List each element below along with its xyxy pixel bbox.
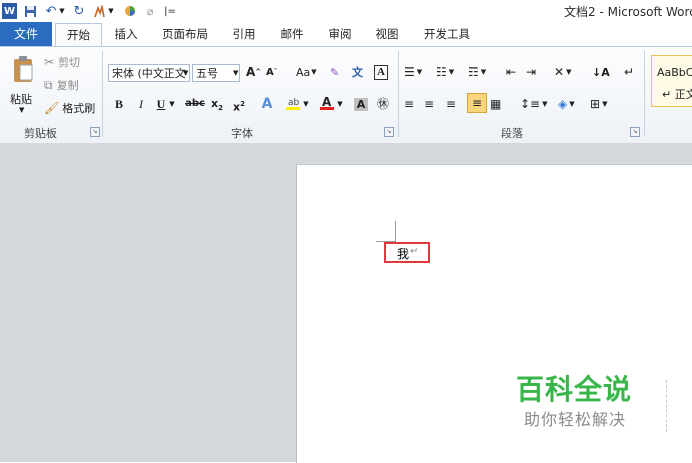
window-title: 文档2 - Microsoft Word [564, 5, 692, 19]
enclose-char-icon[interactable]: ㊡ [374, 95, 392, 113]
tab-mailings[interactable]: 邮件 [276, 24, 308, 44]
distribute-icon[interactable]: ▦ [490, 95, 501, 113]
cut-label: 剪切 [58, 56, 81, 69]
clipboard-group-label: 剪贴板 [24, 127, 57, 140]
scissors-icon: ✂ [44, 55, 55, 69]
eraser-icon[interactable]: ⌀ [143, 3, 157, 19]
justify-icon[interactable]: ≡ [467, 93, 487, 113]
copy-button[interactable]: ⧉ 复制 [44, 76, 79, 94]
group-divider [398, 51, 399, 137]
format-painter-label: 格式刷 [62, 102, 96, 115]
align-left-icon[interactable]: ≡ [404, 95, 414, 113]
style-normal-preview: AaBbC [657, 66, 692, 79]
show-marks-icon[interactable]: ↵ [624, 63, 634, 81]
subscript-icon[interactable]: x2 [208, 95, 226, 113]
change-case-chevron-icon: ▼ [311, 68, 317, 76]
text-effects-icon[interactable]: A [258, 95, 276, 113]
bullets-icon[interactable]: ☰ ▼ [404, 63, 422, 81]
ribbon: 粘贴 ▼ ✂ 剪切 ⧉ 复制 🖌 格式刷 剪贴板 ↘ 宋体 (中文正文 ▼ 五号 ▼ … [0, 46, 692, 144]
decrease-indent-icon[interactable]: ⇤ [506, 63, 516, 81]
title-bar: W ↶ ▼ ↻ ▼ ⌀ |= 文档2 - Microsoft Word [0, 0, 692, 23]
tab-references[interactable]: 引用 [228, 24, 260, 44]
align-center-icon[interactable]: ≡ [424, 95, 434, 113]
paragraph-launcher-icon[interactable]: ↘ [630, 127, 640, 137]
increase-indent-icon[interactable]: ⇥ [526, 63, 536, 81]
watermark-subtitle: 助你轻松解决 [524, 410, 627, 429]
font-color-chevron-icon[interactable]: ▼ [336, 95, 344, 113]
margin-marker-vertical [395, 221, 396, 243]
svg-text:ab: ab [288, 98, 300, 108]
tab-file[interactable]: 文件 [0, 22, 52, 46]
style-normal[interactable]: AaBbC ↵ 正文 [651, 55, 692, 107]
paste-button[interactable]: 粘贴 ▼ [6, 53, 40, 119]
document-page[interactable] [296, 164, 692, 463]
pen-dropdown-icon[interactable]: ▼ [107, 3, 115, 19]
highlight-color-icon[interactable]: ab [284, 95, 302, 113]
redo-icon[interactable]: ↻ [72, 3, 86, 19]
chinese-layout-icon[interactable]: ✕ ▼ [554, 63, 571, 81]
paste-dropdown-icon[interactable]: ▼ [19, 106, 24, 114]
undo-icon[interactable]: ↶ [44, 3, 58, 19]
color-wheel-icon[interactable] [123, 3, 137, 19]
svg-text:A: A [322, 95, 332, 109]
copy-icon: ⧉ [44, 77, 53, 92]
change-case-label: Aa [296, 65, 311, 79]
tab-developer[interactable]: 开发工具 [418, 24, 476, 44]
font-face-dropdown[interactable]: 宋体 (中文正文 [108, 64, 190, 82]
format-painter-button[interactable]: 🖌 格式刷 [44, 99, 95, 117]
borders-icon[interactable]: ⊞ ▼ [590, 95, 607, 113]
tab-review[interactable]: 审阅 [324, 24, 356, 44]
highlight-chevron-icon[interactable]: ▼ [302, 95, 310, 113]
copy-label: 复制 [56, 79, 79, 92]
clipboard-launcher-icon[interactable]: ↘ [90, 127, 100, 137]
line-spacing-icon[interactable]: ↕≡ ▼ [520, 95, 548, 113]
bold-icon[interactable]: B [110, 95, 128, 113]
font-group-label: 字体 [231, 127, 253, 140]
char-shading-icon[interactable]: A [352, 95, 370, 113]
numbering-icon[interactable]: ☷ ▼ [436, 63, 454, 81]
multilevel-list-icon[interactable]: ☶ ▼ [468, 63, 486, 81]
word-app-icon[interactable]: W [2, 3, 17, 19]
tab-home[interactable]: 开始 [55, 23, 102, 47]
clipboard-icon [12, 55, 34, 83]
underline-chevron-icon[interactable]: ▼ [168, 95, 176, 113]
sort-icon[interactable]: ↓A [592, 63, 610, 81]
highlight-box [384, 242, 430, 263]
paste-label: 粘贴 [10, 93, 32, 106]
grow-font-icon[interactable]: A ^ [246, 63, 261, 81]
clear-format-icon[interactable]: ✎ [330, 63, 339, 81]
shading-icon[interactable]: ◈ ▼ [558, 95, 575, 113]
font-launcher-icon[interactable]: ↘ [384, 127, 394, 137]
style-normal-name: ↵ 正文 [662, 88, 692, 101]
pen-tool-icon[interactable] [92, 3, 106, 19]
font-face-chevron-icon[interactable]: ▼ [183, 69, 188, 77]
phonetic-guide-icon[interactable]: 文 [352, 63, 363, 81]
brush-icon: 🖌 [44, 101, 60, 115]
char-border-icon[interactable]: A [374, 63, 388, 81]
undo-dropdown-icon[interactable]: ▼ [58, 3, 66, 19]
page-edge-guide [666, 380, 667, 432]
paragraph-group-label: 段落 [501, 127, 523, 140]
align-right-icon[interactable]: ≡ [446, 95, 456, 113]
ribbon-tabs: 文件 开始 插入 页面布局 引用 邮件 审阅 视图 开发工具 [0, 22, 692, 47]
customize-toolbar-icon[interactable]: |= [164, 3, 176, 19]
watermark-title: 百科全说 [516, 373, 633, 406]
tab-insert[interactable]: 插入 [110, 24, 142, 44]
shrink-font-icon[interactable]: Aˇ [266, 63, 277, 81]
strikethrough-icon[interactable]: abc [184, 95, 206, 113]
font-color-icon[interactable]: A [318, 95, 336, 113]
group-divider [102, 51, 103, 137]
group-divider [644, 51, 645, 137]
save-icon[interactable] [22, 3, 38, 19]
cut-button[interactable]: ✂ 剪切 [44, 53, 80, 71]
italic-icon[interactable]: I [132, 95, 150, 113]
change-case-button[interactable]: Aa ▼ [296, 63, 317, 81]
tab-page-layout[interactable]: 页面布局 [157, 24, 213, 44]
superscript-icon[interactable]: x2 [230, 95, 248, 114]
tab-view[interactable]: 视图 [371, 24, 403, 44]
font-size-chevron-icon[interactable]: ▼ [233, 69, 238, 77]
